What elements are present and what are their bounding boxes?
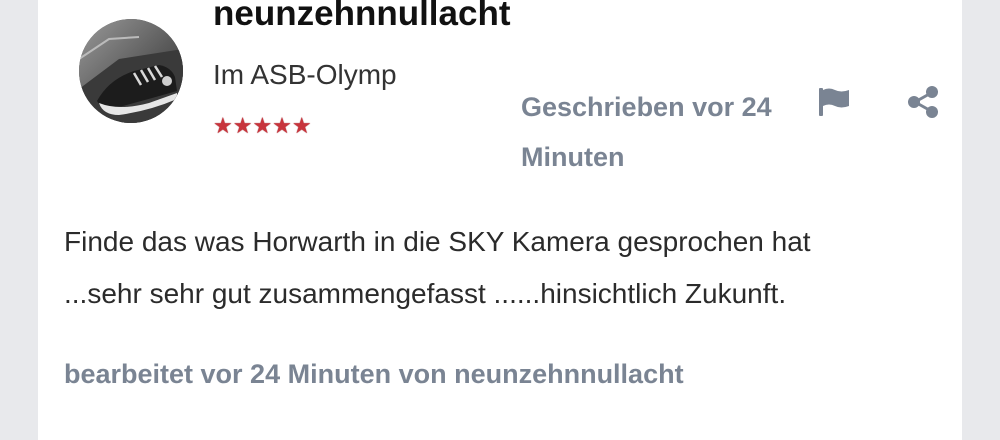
user-avatar[interactable] [79, 19, 183, 123]
report-button[interactable] [816, 86, 854, 118]
post-timestamp[interactable]: Geschrieben vor 24 Minuten [521, 82, 791, 182]
avatar-photo [79, 19, 183, 123]
post-body-line: Finde das was Horwarth in die SKY Kamera… [64, 226, 811, 257]
edited-note: bearbeitet vor 24 Minuten von neunzehnnu… [64, 359, 684, 389]
rating-stars: ★★★★★ [213, 113, 312, 138]
post-body-line: ...sehr sehr gut zusammengefasst ......h… [64, 278, 787, 309]
share-button[interactable] [905, 84, 941, 120]
flag-icon [819, 88, 849, 116]
share-icon [908, 86, 938, 118]
user-rank: Im ASB-Olymp [213, 59, 397, 90]
post-body: Finde das was Horwarth in die SKY Kamera… [64, 216, 954, 320]
username[interactable]: neunzehnnullacht [213, 0, 511, 36]
